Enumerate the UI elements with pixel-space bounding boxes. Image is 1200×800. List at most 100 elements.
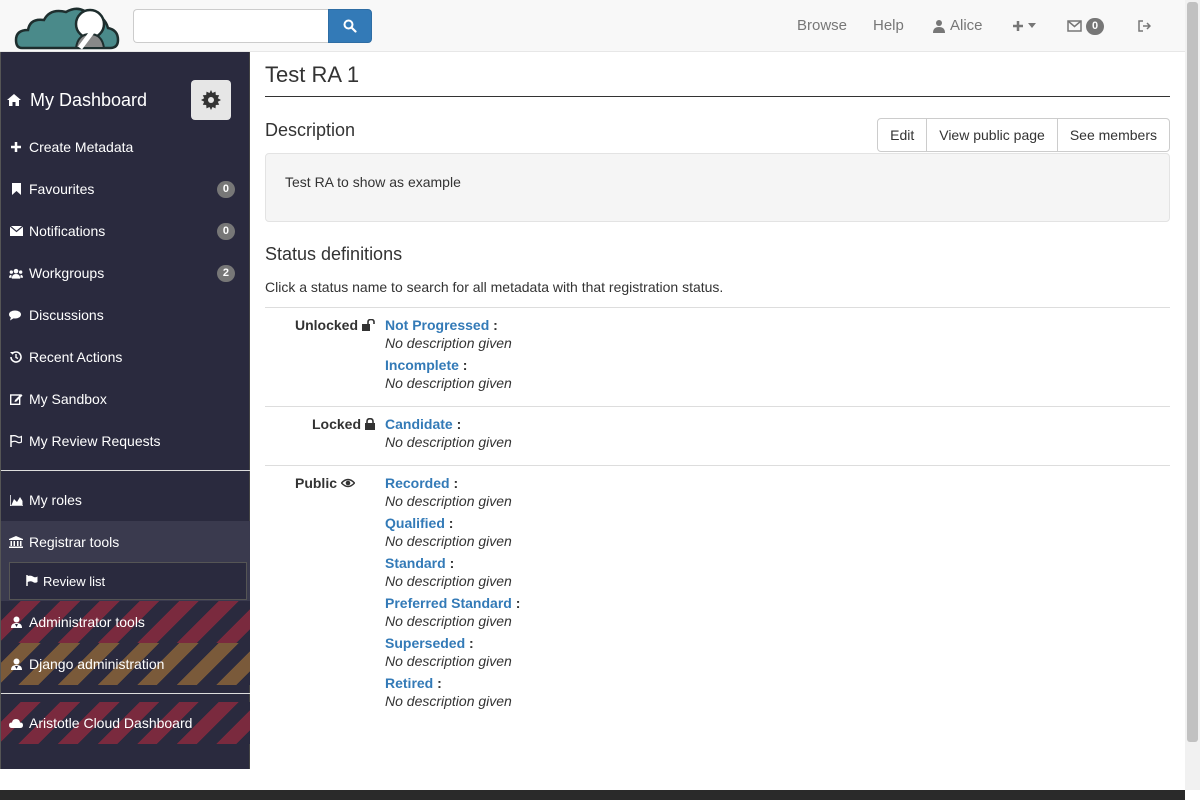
- gear-icon: [201, 90, 221, 110]
- user-secret-icon: [9, 616, 23, 628]
- caret-down-icon: [1028, 23, 1036, 28]
- sign-out-icon: [1138, 20, 1151, 32]
- sidebar-item-favourites[interactable]: Favourites 0: [1, 168, 250, 210]
- nav-inbox[interactable]: 0: [1067, 0, 1105, 52]
- user-secret-icon: [9, 658, 23, 670]
- status-link[interactable]: Standard: [385, 555, 446, 571]
- scrollbar[interactable]: [1185, 0, 1200, 790]
- status-link[interactable]: Candidate: [385, 416, 453, 432]
- status-description: No description given: [385, 335, 512, 351]
- sidebar-item-my-review-requests[interactable]: My Review Requests: [1, 420, 250, 462]
- sidebar-item-discussions[interactable]: Discussions: [1, 294, 250, 336]
- state-row-public: Public Recorded : No description given Q…: [265, 465, 1170, 725]
- status-link[interactable]: Retired: [385, 675, 433, 691]
- sidebar-item-workgroups[interactable]: Workgroups 2: [1, 252, 250, 294]
- status-description: No description given: [385, 533, 512, 549]
- sidebar-item-recent-actions[interactable]: Recent Actions: [1, 336, 250, 378]
- status-description: No description given: [385, 434, 512, 450]
- favourites-count-badge: 0: [216, 180, 235, 198]
- nav-logout[interactable]: [1138, 0, 1151, 52]
- status-entry: Incomplete : No description given: [385, 357, 512, 391]
- nav-help[interactable]: Help: [873, 0, 904, 52]
- notifications-count-badge: 0: [216, 222, 235, 240]
- plus-icon: [1013, 21, 1023, 31]
- search-input[interactable]: [133, 9, 329, 43]
- state-label: Public: [265, 475, 355, 491]
- state-label: Unlocked: [265, 317, 375, 333]
- state-row-locked: Locked Candidate : No description given: [265, 406, 1170, 465]
- edit-button[interactable]: Edit: [877, 118, 928, 152]
- see-members-button[interactable]: See members: [1056, 118, 1170, 152]
- logo[interactable]: [14, 2, 120, 50]
- eye-icon: [341, 478, 355, 488]
- sidebar-item-registrar-tools[interactable]: Registrar tools: [1, 521, 250, 563]
- state-row-unlocked: Unlocked Not Progressed : No description…: [265, 307, 1170, 406]
- workgroups-count-badge: 2: [216, 264, 235, 282]
- sidebar-item-notifications[interactable]: Notifications 0: [1, 210, 250, 252]
- sidebar-item-administrator-tools[interactable]: Administrator tools: [1, 601, 250, 643]
- search-button[interactable]: [328, 9, 372, 43]
- bookmark-icon: [9, 183, 23, 195]
- nav-user-menu[interactable]: Alice: [932, 0, 983, 52]
- status-help-text: Click a status name to search for all me…: [265, 279, 724, 295]
- institution-icon: [9, 536, 23, 548]
- status-entry: Recorded : No description given: [385, 475, 520, 515]
- user-icon: [933, 20, 945, 33]
- description-text: Test RA to show as example: [285, 174, 461, 190]
- nav-browse[interactable]: Browse: [797, 0, 847, 52]
- status-description: No description given: [385, 613, 512, 629]
- status-list: Recorded : No description given Qualifie…: [385, 475, 520, 715]
- plus-icon: [9, 142, 23, 152]
- lock-icon: [365, 418, 375, 430]
- status-link[interactable]: Superseded: [385, 635, 465, 651]
- status-description: No description given: [385, 493, 512, 509]
- action-button-group: Edit View public page See members: [877, 118, 1170, 152]
- history-icon: [9, 351, 23, 363]
- sidebar-item-cloud-dashboard[interactable]: Aristotle Cloud Dashboard: [1, 702, 250, 744]
- sidebar: My Dashboard Create Metadata Favourites …: [0, 52, 250, 769]
- status-link[interactable]: Incomplete: [385, 357, 459, 373]
- status-link[interactable]: Preferred Standard: [385, 595, 512, 611]
- view-public-page-button[interactable]: View public page: [926, 118, 1058, 152]
- scroll-thumb[interactable]: [1187, 2, 1198, 742]
- flag-icon: [9, 435, 23, 447]
- top-navbar: Browse Help Alice 0: [0, 0, 1185, 52]
- sidebar-item-review-list[interactable]: Review list: [9, 562, 247, 600]
- settings-button[interactable]: [191, 80, 231, 120]
- status-description: No description given: [385, 375, 512, 391]
- status-entry: Not Progressed : No description given: [385, 317, 512, 351]
- sidebar-divider: [1, 470, 250, 471]
- status-list: Candidate : No description given: [385, 416, 512, 456]
- sidebar-item-my-sandbox[interactable]: My Sandbox: [1, 378, 250, 420]
- sidebar-divider: [1, 693, 250, 694]
- description-box: Test RA to show as example: [265, 153, 1170, 222]
- sidebar-item-my-roles[interactable]: My roles: [1, 479, 250, 521]
- status-entry: Superseded : No description given: [385, 635, 520, 675]
- inbox-count-badge: 0: [1086, 17, 1105, 35]
- status-link[interactable]: Not Progressed: [385, 317, 489, 333]
- unlock-icon: [362, 319, 375, 331]
- status-entry: Qualified : No description given: [385, 515, 520, 555]
- sidebar-item-create-metadata[interactable]: Create Metadata: [1, 126, 250, 168]
- status-entry: Retired : No description given: [385, 675, 520, 715]
- status-link[interactable]: Qualified: [385, 515, 445, 531]
- cloud-icon: [9, 718, 23, 728]
- status-description: No description given: [385, 653, 512, 669]
- user-name: Alice: [950, 17, 983, 34]
- flag-icon: [26, 574, 38, 589]
- status-description: No description given: [385, 573, 512, 589]
- description-heading: Description: [265, 120, 356, 140]
- status-list: Not Progressed : No description given In…: [385, 317, 512, 397]
- footer: [0, 790, 1185, 800]
- nav-create-dropdown[interactable]: [1012, 0, 1036, 52]
- sidebar-item-django-administration[interactable]: Django administration: [1, 643, 250, 685]
- users-icon: [9, 268, 23, 279]
- state-label: Locked: [265, 416, 375, 432]
- status-definitions-heading: Status definitions: [265, 244, 403, 264]
- status-entry: Candidate : No description given: [385, 416, 512, 450]
- home-icon: [7, 94, 21, 106]
- status-link[interactable]: Recorded: [385, 475, 450, 491]
- status-entry: Preferred Standard : No description give…: [385, 595, 521, 629]
- status-description: No description given: [385, 693, 512, 709]
- title-divider: [265, 96, 1170, 97]
